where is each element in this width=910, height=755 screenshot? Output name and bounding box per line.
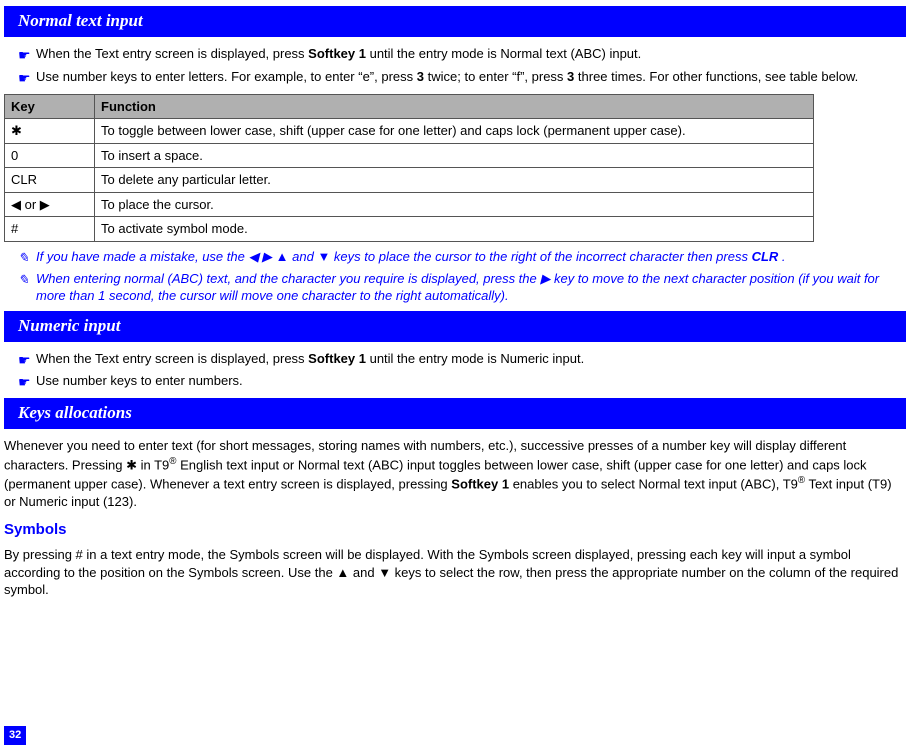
text: . — [778, 249, 785, 264]
reg-mark: ® — [798, 475, 805, 486]
col-key: Key — [5, 94, 95, 119]
section-header-numeric: Numeric input — [4, 311, 906, 342]
text: until the entry mode is Numeric input. — [366, 351, 584, 366]
text: 3 — [417, 69, 424, 84]
cell-function: To activate symbol mode. — [95, 217, 814, 242]
hand-icon: ☛ — [18, 69, 36, 88]
hand-icon: ☛ — [18, 373, 36, 392]
note-item: ✎ If you have made a mistake, use the ◀ … — [18, 248, 906, 267]
symbols-heading: Symbols — [4, 520, 906, 540]
bullet-item: ☛ Use number keys to enter numbers. — [18, 372, 906, 392]
cell-function: To toggle between lower case, shift (upp… — [95, 119, 814, 144]
note-text: If you have made a mistake, use the ◀ ▶ … — [36, 248, 906, 266]
text: twice; to enter “f”, press — [424, 69, 567, 84]
normal-bullets: ☛ When the Text entry screen is displaye… — [4, 45, 906, 88]
hand-icon: ☛ — [18, 351, 36, 370]
cell-key: ◀ or ▶ — [5, 192, 95, 217]
text: until the entry mode is Normal text (ABC… — [366, 46, 641, 61]
symbols-paragraph: By pressing # in a text entry mode, the … — [4, 546, 906, 599]
section-header-keys: Keys allocations — [4, 398, 906, 429]
text: When the Text entry screen is displayed,… — [36, 46, 308, 61]
bullet-text: When the Text entry screen is displayed,… — [36, 45, 906, 63]
cell-key: ✱ — [5, 119, 95, 144]
cell-key: CLR — [5, 168, 95, 193]
text: Use number keys to enter numbers. — [36, 373, 243, 388]
cell-function: To delete any particular letter. — [95, 168, 814, 193]
cell-key: 0 — [5, 143, 95, 168]
bullet-item: ☛ Use number keys to enter letters. For … — [18, 68, 906, 88]
table-header-row: Key Function — [5, 94, 814, 119]
table-row: ◀ or ▶To place the cursor. — [5, 192, 814, 217]
text: When the Text entry screen is displayed,… — [36, 351, 308, 366]
col-function: Function — [95, 94, 814, 119]
key-function-table: Key Function ✱To toggle between lower ca… — [4, 94, 814, 242]
table-row: CLRTo delete any particular letter. — [5, 168, 814, 193]
text: three times. For other functions, see ta… — [574, 69, 858, 84]
cell-key: # — [5, 217, 95, 242]
keys-paragraph: Whenever you need to enter text (for sho… — [4, 437, 906, 510]
text: Softkey 1 — [308, 351, 366, 366]
text: Softkey 1 — [451, 476, 509, 491]
text: If you have made a mistake, use the ◀ ▶ … — [36, 249, 752, 264]
bullet-item: ☛ When the Text entry screen is displaye… — [18, 45, 906, 65]
table-row: #To activate symbol mode. — [5, 217, 814, 242]
numeric-bullets: ☛ When the Text entry screen is displaye… — [4, 350, 906, 393]
note-icon: ✎ — [18, 249, 36, 267]
bullet-text: When the Text entry screen is displayed,… — [36, 350, 906, 368]
note-item: ✎ When entering normal (ABC) text, and t… — [18, 270, 906, 305]
bullet-text: Use number keys to enter numbers. — [36, 372, 906, 390]
cell-function: To place the cursor. — [95, 192, 814, 217]
section-header-normal: Normal text input — [4, 6, 906, 37]
bullet-item: ☛ When the Text entry screen is displaye… — [18, 350, 906, 370]
text: When entering normal (ABC) text, and the… — [36, 271, 879, 304]
note-icon: ✎ — [18, 271, 36, 289]
bullet-text: Use number keys to enter letters. For ex… — [36, 68, 906, 86]
notes-block: ✎ If you have made a mistake, use the ◀ … — [4, 248, 906, 305]
table-row: ✱To toggle between lower case, shift (up… — [5, 119, 814, 144]
note-text: When entering normal (ABC) text, and the… — [36, 270, 906, 305]
text: CLR — [752, 249, 779, 264]
text: Use number keys to enter letters. For ex… — [36, 69, 417, 84]
hand-icon: ☛ — [18, 46, 36, 65]
text: Softkey 1 — [308, 46, 366, 61]
text: enables you to select Normal text input … — [509, 476, 798, 491]
table-row: 0To insert a space. — [5, 143, 814, 168]
page-number: 32 — [4, 726, 26, 745]
cell-function: To insert a space. — [95, 143, 814, 168]
